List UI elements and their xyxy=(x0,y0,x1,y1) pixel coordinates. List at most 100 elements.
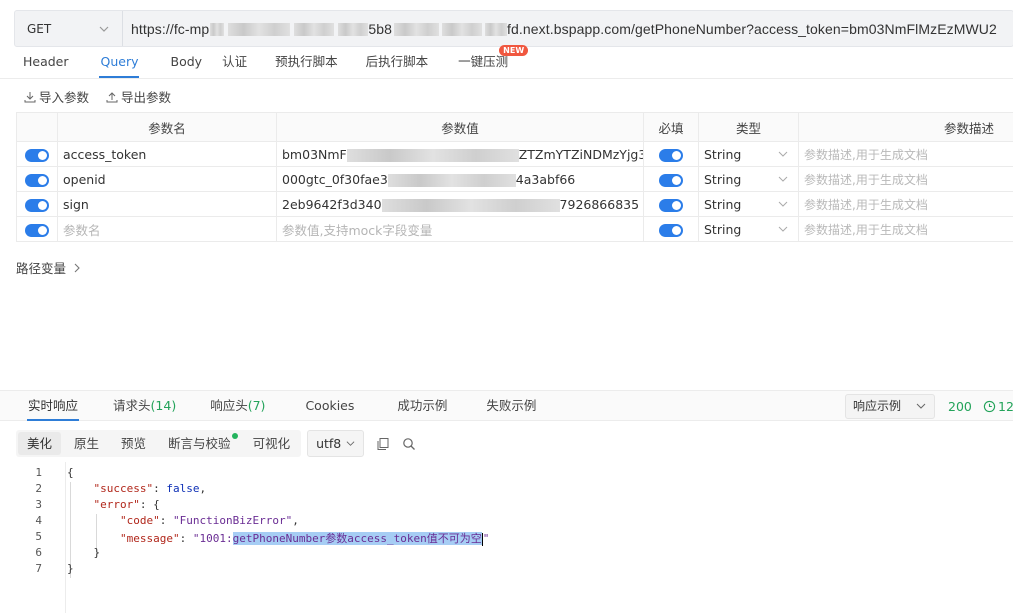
search-icon[interactable] xyxy=(402,437,416,451)
path-vars-label: 路径变量 xyxy=(16,261,67,276)
method-select[interactable]: GET xyxy=(15,11,123,46)
tab-label: Cookies xyxy=(305,398,355,413)
json-key: "code" xyxy=(119,514,160,527)
tab-request-headers[interactable]: 请求头(14) xyxy=(93,390,191,421)
param-desc-cell[interactable]: 参数描述,用于生成文档 xyxy=(798,216,1013,242)
response-example-select[interactable]: 响应示例 xyxy=(845,394,935,419)
tab-fail-example[interactable]: 失败示例 xyxy=(462,390,551,421)
tab-body[interactable]: Body xyxy=(155,48,217,78)
tab-query[interactable]: Query xyxy=(83,48,155,78)
json-bool: false xyxy=(166,482,200,495)
code-line: "success": false, xyxy=(93,482,207,495)
encoding-select[interactable]: utf8 xyxy=(307,430,365,457)
code-line: { xyxy=(67,466,74,479)
url-bar: GET https://fc-mp 5b8 fd.next.bspapp.com/g… xyxy=(14,10,1013,47)
param-value-cell[interactable]: 2eb9642f3d340 7926866835 xyxy=(276,191,644,217)
redacted-block xyxy=(442,23,482,37)
method-label: GET xyxy=(27,21,52,36)
line-number: 7 xyxy=(35,562,42,575)
tab-header[interactable]: Header xyxy=(0,48,83,78)
tab-live-response[interactable]: 实时响应 xyxy=(13,390,93,421)
param-name-cell[interactable]: access_token xyxy=(57,141,277,167)
param-name-cell[interactable]: sign xyxy=(57,191,277,217)
tab-label: 一键压测 xyxy=(458,54,509,69)
view-assert-button[interactable]: 断言与校验 xyxy=(159,432,240,455)
code-line: "message": "1001:getPhoneNumber参数access_… xyxy=(119,532,490,546)
param-desc-cell[interactable]: 参数描述,用于生成文档 xyxy=(798,166,1013,192)
type-select[interactable]: String xyxy=(698,166,799,192)
tab-label: Body xyxy=(170,54,203,69)
type-label: String xyxy=(704,146,742,162)
type-select[interactable]: String xyxy=(698,216,799,242)
table-row: 参数名 参数值,支持mock字段变量 String 参数描述,用于生成文档 xyxy=(16,216,1013,242)
tab-label: Header xyxy=(23,54,69,69)
tab-label: 认证 xyxy=(222,54,248,69)
tab-load-test[interactable]: 一键压测 NEW xyxy=(442,45,529,78)
enable-toggle[interactable] xyxy=(25,148,49,162)
tab-label: Query xyxy=(100,54,139,69)
enable-toggle[interactable] xyxy=(25,173,49,187)
response-example-label: 响应示例 xyxy=(853,399,902,413)
count-badge: (14) xyxy=(150,398,177,413)
redacted-block xyxy=(210,23,225,37)
view-visualize-button[interactable]: 可视化 xyxy=(244,432,300,455)
enable-toggle[interactable] xyxy=(25,223,49,237)
type-select[interactable]: String xyxy=(698,141,799,167)
export-params-button[interactable]: 导出参数 xyxy=(106,87,171,106)
required-toggle[interactable] xyxy=(659,198,683,212)
tab-label: 预执行脚本 xyxy=(275,54,338,69)
enable-toggle-cell xyxy=(16,141,58,167)
type-select[interactable]: String xyxy=(698,191,799,217)
param-value-part: 2eb9642f3d340 xyxy=(282,196,382,212)
view-beautify-button[interactable]: 美化 xyxy=(18,432,62,455)
response-code-editor[interactable]: 1 2 3 4 5 6 7 { "success": false, "error… xyxy=(0,462,1013,613)
redacted-block xyxy=(228,23,291,37)
param-name-cell[interactable]: openid xyxy=(57,166,277,192)
upload-icon xyxy=(106,91,118,102)
param-value-part: ZTZmYTZiNDMzYjg3 xyxy=(518,146,644,162)
chevron-down-icon xyxy=(346,441,355,446)
col-type: 类型 xyxy=(698,112,799,142)
tab-post-script[interactable]: 后执行脚本 xyxy=(352,48,443,78)
tab-cookies[interactable]: Cookies xyxy=(280,390,369,421)
url-suffix: fd.next.bspapp.com/getPhoneNumber?access… xyxy=(507,20,997,37)
view-raw-button[interactable]: 原生 xyxy=(65,432,108,455)
line-number: 3 xyxy=(35,498,42,511)
table-row: sign 2eb9642f3d340 7926866835 String 参数描述… xyxy=(16,191,1013,217)
required-toggle[interactable] xyxy=(659,223,683,237)
chevron-down-icon xyxy=(778,151,788,157)
param-tools: 导入参数 导出参数 xyxy=(24,87,171,106)
param-name-placeholder[interactable]: 参数名 xyxy=(57,216,277,242)
redacted-block xyxy=(394,23,439,37)
redacted-block xyxy=(381,198,560,212)
col-param-name: 参数名 xyxy=(57,112,277,142)
view-preview-button[interactable]: 预览 xyxy=(112,432,155,455)
download-icon xyxy=(24,91,36,102)
param-value-cell[interactable]: 000gtc_0f30fae3 4a3abf66 xyxy=(276,166,644,192)
param-value-part: 4a3abf66 xyxy=(515,171,576,187)
copy-icon[interactable] xyxy=(376,437,390,451)
tab-response-headers[interactable]: 响应头(7) xyxy=(191,390,280,421)
param-value-cell[interactable]: bm03NmF ZTZmYTZiNDMzYjg3 xyxy=(276,141,644,167)
chevron-down-icon xyxy=(778,201,788,207)
enable-toggle[interactable] xyxy=(25,198,49,212)
param-value-placeholder[interactable]: 参数值,支持mock字段变量 xyxy=(276,216,644,242)
table-row: access_token bm03NmF ZTZmYTZiNDMzYjg3 Str… xyxy=(16,141,1013,167)
param-desc-cell[interactable]: 参数描述,用于生成文档 xyxy=(798,191,1013,217)
tab-label: 成功示例 xyxy=(397,398,448,413)
path-variables-toggle[interactable]: 路径变量 xyxy=(16,258,82,277)
export-label: 导出参数 xyxy=(121,90,172,105)
tab-auth[interactable]: 认证 xyxy=(216,48,261,78)
import-params-button[interactable]: 导入参数 xyxy=(24,87,89,106)
required-toggle[interactable] xyxy=(659,173,683,187)
status-dot xyxy=(231,433,238,439)
url-input[interactable]: https://fc-mp 5b8 fd.next.bspapp.com/getPh… xyxy=(123,21,1013,37)
line-number: 2 xyxy=(35,482,42,495)
param-desc-cell[interactable]: 参数描述,用于生成文档 xyxy=(798,141,1013,167)
required-toggle-cell xyxy=(643,216,699,242)
col-toggle xyxy=(16,112,58,142)
tab-pre-script[interactable]: 预执行脚本 xyxy=(261,48,352,78)
tab-success-example[interactable]: 成功示例 xyxy=(369,390,462,421)
tab-label: 实时响应 xyxy=(28,398,79,413)
required-toggle[interactable] xyxy=(659,148,683,162)
